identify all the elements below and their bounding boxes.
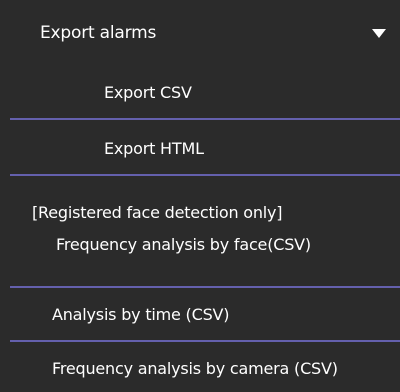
- export-alarms-menu: Export alarms Export CSV Export HTML [Re…: [0, 0, 400, 392]
- export-alarms-label: Export alarms: [40, 23, 157, 43]
- divider: [10, 118, 400, 120]
- export-alarms-dropdown[interactable]: Export alarms: [0, 0, 400, 66]
- menu-item-label: Frequency analysis by face(CSV): [56, 235, 311, 254]
- menu-item-note: [Registered face detection only]: [32, 203, 283, 222]
- caret-down-icon[interactable]: [372, 29, 386, 38]
- divider: [10, 286, 400, 288]
- menu-item-export-csv[interactable]: Export CSV: [0, 70, 400, 116]
- menu-item-label: Export CSV: [104, 83, 192, 102]
- divider: [10, 174, 400, 176]
- menu-item-frequency-analysis-by-face[interactable]: [Registered face detection only] Frequen…: [0, 178, 400, 282]
- menu-item-frequency-analysis-by-camera[interactable]: Frequency analysis by camera (CSV): [0, 344, 400, 392]
- menu-item-label: Frequency analysis by camera (CSV): [52, 359, 338, 378]
- menu-item-export-html[interactable]: Export HTML: [0, 122, 400, 172]
- divider: [10, 340, 400, 342]
- menu-item-analysis-by-time[interactable]: Analysis by time (CSV): [0, 290, 400, 338]
- menu-item-label: Analysis by time (CSV): [52, 305, 230, 324]
- menu-item-label: Export HTML: [104, 139, 204, 158]
